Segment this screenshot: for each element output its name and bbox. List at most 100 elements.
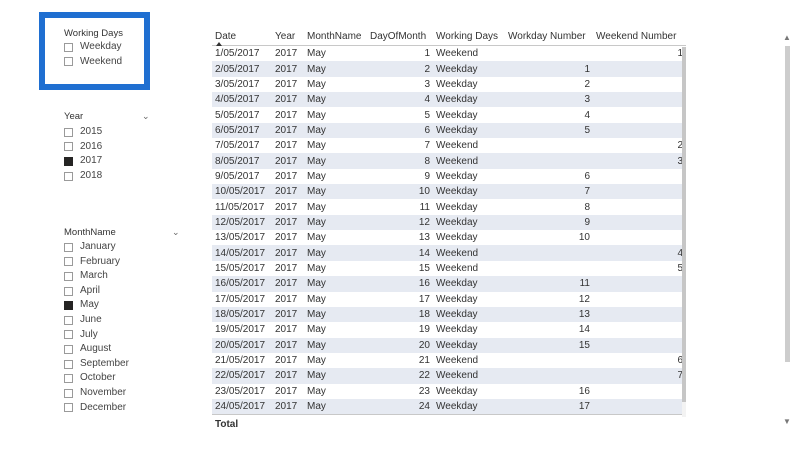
checkbox[interactable] <box>64 257 73 267</box>
table-row: 21/05/2017 2017 May 21 Weekend 6 <box>212 353 686 368</box>
table-scrollbar-thumb[interactable] <box>682 47 686 402</box>
checkbox[interactable] <box>64 127 73 137</box>
option-label: September <box>80 357 129 369</box>
table-cell: Weekday <box>436 232 478 244</box>
checkbox[interactable] <box>64 301 73 311</box>
checkbox[interactable] <box>64 374 73 384</box>
page-scrollbar[interactable]: ▲ ▼ <box>782 34 792 426</box>
page-scrollbar-thumb[interactable] <box>785 46 790 362</box>
table-cell: 23 <box>418 385 430 397</box>
slicer-option-july[interactable]: July <box>64 328 184 343</box>
checkbox[interactable] <box>64 271 73 281</box>
checkbox[interactable] <box>64 315 73 325</box>
checkbox[interactable] <box>64 359 73 369</box>
checkbox[interactable] <box>64 330 73 340</box>
table-row: 8/05/2017 2017 May 8 Weekend 3 <box>212 153 686 169</box>
column-header-weekend-number[interactable]: Weekend Number <box>593 28 686 46</box>
table-cell <box>593 306 686 323</box>
option-label: June <box>80 313 102 325</box>
checkbox[interactable] <box>64 42 73 52</box>
table-cell: Weekday <box>433 276 505 292</box>
column-header-year[interactable]: Year <box>272 28 304 46</box>
table-cell: 8 <box>584 201 590 213</box>
table-cell: 17/05/2017 <box>215 293 266 305</box>
table-cell: 2017 <box>275 262 298 274</box>
table-row: 18/05/2017 2017 May 18 Weekday 13 <box>212 306 686 323</box>
table-cell: 17 <box>418 293 430 305</box>
table-cell: 3/05/2017 <box>215 78 260 90</box>
table-cell <box>593 337 686 353</box>
chevron-down-icon[interactable]: ⌄ <box>142 110 150 123</box>
slicer-option-november[interactable]: November <box>64 386 184 401</box>
checkbox[interactable] <box>64 57 73 67</box>
table-cell: Weekday <box>433 214 505 231</box>
option-label: July <box>80 328 98 340</box>
slicer-option-weekend[interactable]: Weekend <box>64 55 144 70</box>
checkbox[interactable] <box>64 142 73 152</box>
table-row: 3/05/2017 2017 May 3 Weekday 2 <box>212 77 686 92</box>
table-cell: 6 <box>584 170 590 182</box>
checkbox[interactable] <box>64 242 73 252</box>
table-cell: May <box>307 355 326 367</box>
column-header-monthname[interactable]: MonthName <box>304 28 367 46</box>
table-scrollbar[interactable] <box>682 47 686 417</box>
table-cell: May <box>307 48 326 60</box>
table-cell <box>593 292 686 307</box>
slicer-option-2018[interactable]: 2018 <box>64 169 154 184</box>
slicer-option-february[interactable]: February <box>64 255 184 270</box>
table-cell: 13 <box>418 232 430 244</box>
column-header-workday-number[interactable]: Workday Number <box>505 28 593 46</box>
checkbox[interactable] <box>64 344 73 354</box>
table-cell: Weekday <box>433 92 505 108</box>
table-cell: May <box>307 109 326 121</box>
table-cell: Weekday <box>433 61 505 77</box>
table-cell: 11 <box>419 201 430 213</box>
checkbox[interactable] <box>64 388 73 398</box>
slicer-option-august[interactable]: August <box>64 342 184 357</box>
table-cell: 7 <box>424 140 430 152</box>
column-header-working-days[interactable]: Working Days <box>433 28 505 46</box>
checkbox[interactable] <box>64 286 73 296</box>
table-cell: Weekend <box>436 262 479 274</box>
table-cell <box>505 46 593 62</box>
option-label: 2016 <box>80 140 103 152</box>
slicer-option-april[interactable]: April <box>64 284 184 299</box>
column-header-date[interactable]: Date <box>212 28 272 46</box>
option-label: March <box>80 270 108 282</box>
table-cell: 11 <box>505 276 593 292</box>
table-cell: 7/05/2017 <box>215 140 260 152</box>
checkbox[interactable] <box>64 403 73 413</box>
scroll-down-icon[interactable]: ▼ <box>783 418 791 426</box>
slicer-option-may[interactable]: May <box>64 298 184 313</box>
slicer-option-september[interactable]: September <box>64 357 184 372</box>
table-cell <box>593 384 686 399</box>
slicer-option-2015[interactable]: 2015 <box>64 125 154 140</box>
table-cell: May <box>304 122 367 139</box>
slicer-option-december[interactable]: December <box>64 401 184 416</box>
table-cell: 23/05/2017 <box>215 385 266 397</box>
slicer-title: MonthName <box>64 227 116 238</box>
scroll-up-icon[interactable]: ▲ <box>783 34 791 42</box>
option-label: 2017 <box>80 155 103 167</box>
table-cell: 9/05/2017 <box>215 170 260 182</box>
slicer-option-october[interactable]: October <box>64 371 184 386</box>
slicer-option-june[interactable]: June <box>64 313 184 328</box>
slicer-option-2016[interactable]: 2016 <box>64 140 154 155</box>
table-cell: Weekday <box>433 337 505 353</box>
table-cell: 5 <box>505 122 593 139</box>
slicer-option-2017[interactable]: 2017 <box>64 154 154 169</box>
table-cell: 2017 <box>272 306 304 323</box>
slicer-option-weekday[interactable]: Weekday <box>64 40 144 55</box>
checkbox[interactable] <box>64 171 73 181</box>
table-cell: 14 <box>578 324 590 336</box>
chevron-down-icon[interactable]: ⌄ <box>172 226 180 239</box>
month-slicer: MonthName ⌄ January February March April May… <box>64 226 184 415</box>
table-cell: Weekday <box>436 385 478 397</box>
table-row: 11/05/2017 2017 May 11 Weekday 8 <box>212 199 686 214</box>
checkbox[interactable] <box>64 156 73 166</box>
slicer-option-january[interactable]: January <box>64 240 184 255</box>
table-cell: 7 <box>593 368 686 384</box>
table-cell: 3 <box>424 78 430 90</box>
column-header-dayofmonth[interactable]: DayOfMonth <box>367 28 433 46</box>
slicer-option-march[interactable]: March <box>64 269 184 284</box>
